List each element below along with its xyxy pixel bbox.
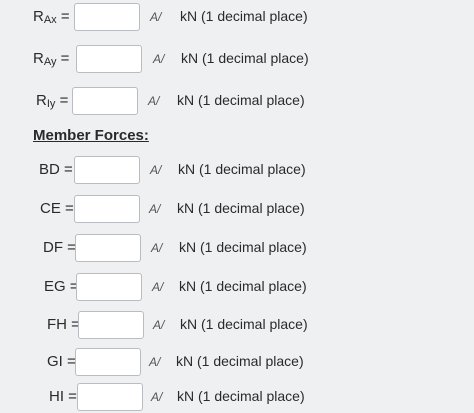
member-row-eg: EG = A/ kN (1 decimal place) [0, 273, 474, 303]
spellcheck-icon[interactable]: A/ [153, 52, 164, 66]
member-row-gi: GI = A/ kN (1 decimal place) [0, 348, 474, 378]
reaction-row-rax: RAx = A/ kN (1 decimal place) [0, 3, 474, 33]
unit-label: kN (1 decimal place) [179, 278, 307, 294]
member-label: HI = [49, 388, 77, 405]
member-label: BD = [39, 161, 73, 178]
unit-label: kN (1 decimal place) [176, 353, 304, 369]
riy-input[interactable] [72, 87, 138, 115]
eg-input[interactable] [76, 273, 142, 301]
spellcheck-icon[interactable]: A/ [149, 202, 160, 216]
member-label: CE = [40, 200, 74, 217]
fh-input[interactable] [78, 311, 144, 339]
unit-label: kN (1 decimal place) [177, 92, 305, 108]
member-row-df: DF = A/ kN (1 decimal place) [0, 234, 474, 264]
spellcheck-icon[interactable]: A/ [150, 10, 161, 24]
reaction-label: RIy = [36, 92, 69, 110]
spellcheck-icon[interactable]: A/ [148, 94, 159, 108]
spellcheck-icon[interactable]: A/ [153, 318, 164, 332]
ce-input[interactable] [74, 195, 140, 223]
reaction-row-ray: RAy = A/ kN (1 decimal place) [0, 45, 474, 75]
spellcheck-icon[interactable]: A/ [150, 163, 161, 177]
unit-label: kN (1 decimal place) [179, 239, 307, 255]
unit-label: kN (1 decimal place) [178, 161, 306, 177]
member-label: EG = [44, 278, 79, 295]
rax-input[interactable] [74, 3, 140, 31]
member-forces-heading: Member Forces: [33, 127, 149, 144]
unit-label: kN (1 decimal place) [181, 50, 309, 66]
member-label: FH = [47, 316, 80, 333]
unit-label: kN (1 decimal place) [180, 8, 308, 24]
reaction-label: RAx = [33, 8, 70, 26]
spellcheck-icon[interactable]: A/ [152, 280, 163, 294]
member-row-bd: BD = A/ kN (1 decimal place) [0, 156, 474, 186]
unit-label: kN (1 decimal place) [177, 200, 305, 216]
member-label: DF = [43, 239, 76, 256]
bd-input[interactable] [74, 156, 140, 184]
member-row-fh: FH = A/ kN (1 decimal place) [0, 311, 474, 341]
spellcheck-icon[interactable]: A/ [151, 241, 162, 255]
reaction-label: RAy = [33, 50, 70, 68]
spellcheck-icon[interactable]: A/ [149, 355, 160, 369]
member-label: GI = [47, 353, 76, 370]
reaction-row-riy: RIy = A/ kN (1 decimal place) [0, 87, 474, 117]
spellcheck-icon[interactable]: A/ [151, 390, 162, 404]
member-row-hi: HI = A/ kN (1 decimal place) [0, 383, 474, 413]
hi-input[interactable] [77, 383, 143, 411]
gi-input[interactable] [75, 348, 141, 376]
unit-label: kN (1 decimal place) [180, 316, 308, 332]
member-row-ce: CE = A/ kN (1 decimal place) [0, 195, 474, 225]
unit-label: kN (1 decimal place) [177, 388, 305, 404]
ray-input[interactable] [76, 45, 142, 73]
df-input[interactable] [75, 234, 141, 262]
